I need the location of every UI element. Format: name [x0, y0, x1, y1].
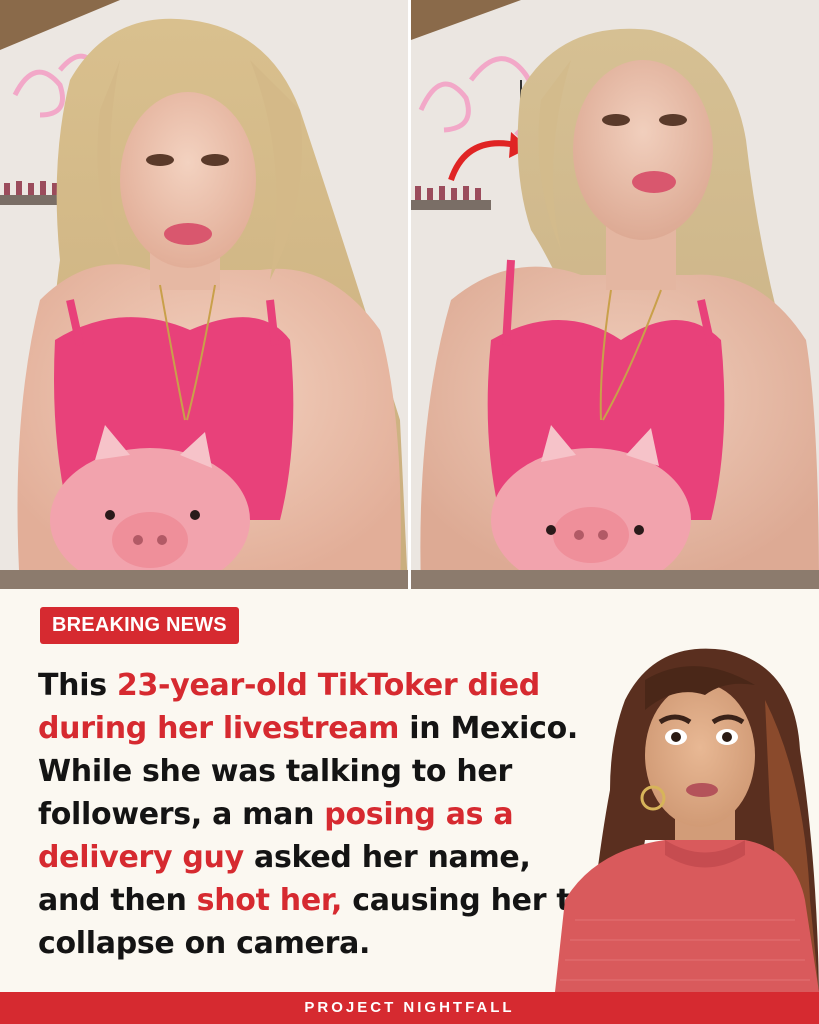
- brand-footer: PROJECT NIGHTFALL: [0, 992, 819, 1024]
- headline-highlight: shot her,: [196, 883, 343, 918]
- headline-text: This 23-year-old TikToker died during he…: [38, 664, 598, 965]
- streamer-image-right: [411, 0, 819, 589]
- video-frame-right: [411, 0, 819, 589]
- video-frame-left: [0, 0, 408, 589]
- streamer-image-left: [0, 0, 408, 589]
- video-frames: [0, 0, 819, 589]
- reaction-image: [555, 640, 819, 992]
- reaction-woman-image: [555, 648, 819, 992]
- breaking-news-badge: BREAKING NEWS: [40, 607, 239, 644]
- headline-segment: This: [38, 668, 117, 703]
